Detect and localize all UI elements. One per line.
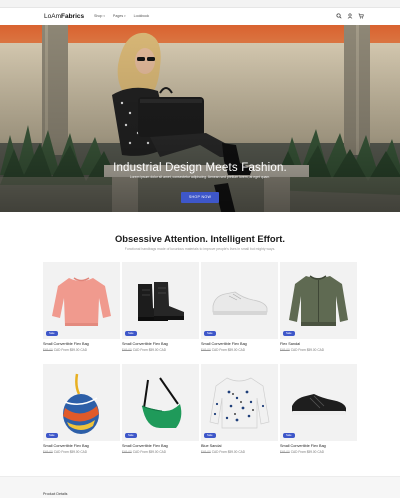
boots-icon [138,282,184,321]
shoulder-bag-icon [141,377,182,428]
runner-shoe-icon [292,394,346,415]
header-icons [336,13,364,19]
nav-label: Shop [94,14,103,18]
chevron-down-icon: ▾ [103,14,105,18]
product-image[interactable]: Sale [201,262,278,339]
announcement-bar: Free shipping available on all orders! [0,0,400,14]
section-title: Obsessive Attention. Intelligent Effort. [115,233,285,244]
sale-badge: Sale [125,433,137,438]
old-price: $49.00 [201,450,211,454]
product-image[interactable]: Sale [122,364,199,441]
product-image[interactable]: Sale [43,262,120,339]
product-price: $49.00CAD From $59.00 CAD [280,450,357,455]
product-title[interactable]: Blue Sandal [201,444,278,449]
sale-badge: Sale [283,433,295,438]
old-price: $49.00 [280,450,290,454]
old-price: $49.00 [122,450,132,454]
current-price: CAD From $59.00 CAD [211,450,246,454]
sweatshirt-icon [209,377,270,429]
nav-item-shop[interactable]: Shop ▾ [94,14,105,19]
old-price: $49.00 [122,348,132,352]
hero-banner: Industrial Design Meets Fashion. Lorem i… [0,25,400,212]
product-image[interactable]: Sale [201,364,278,441]
current-price: CAD From $59.00 CAD [132,450,167,454]
sale-badge: Sale [125,331,137,336]
product-title[interactable]: Small Convertible Flex Bag [43,444,120,449]
bag-icon [63,373,99,434]
nav-item-pages[interactable]: Pages ▾ [113,14,126,19]
user-icon[interactable] [347,13,353,19]
product-details-label: Product Details [43,492,68,496]
product-title[interactable]: Flex Sandal [280,342,357,347]
main-nav: Shop ▾ Pages ▾ Lookbook [94,14,149,19]
sale-badge: Sale [46,331,58,336]
product-price: $49.00CAD From $59.00 CAD [43,450,120,455]
nav-label: Lookbook [133,14,150,18]
hero-heading: Industrial Design Meets Fashion. [113,162,287,174]
sale-badge: Sale [204,331,216,336]
current-price: CAD From $59.00 CAD [53,450,88,454]
product-title[interactable]: Small Convertible Flex Bag [43,342,120,347]
product-image[interactable]: Sale [280,262,357,339]
product-image[interactable]: Sale [280,364,357,441]
product-price: $49.00CAD From $59.00 CAD [122,450,199,455]
shop-now-button[interactable]: SHOP NOW [181,192,219,203]
old-price: $49.00 [43,450,53,454]
product-price: $49.00CAD From $59.00 CAD [43,348,120,353]
current-price: CAD From $59.00 CAD [290,348,325,352]
nav-item-lookbook[interactable]: Lookbook [134,14,150,19]
current-price: CAD From $59.00 CAD [53,348,88,352]
section-subtitle: Functional handbags made of luxurious ma… [124,247,276,251]
search-icon[interactable] [336,13,342,19]
cart-icon[interactable] [358,13,364,19]
product-title[interactable]: Small Convertible Flex Bag [122,444,199,449]
product-price: $49.00CAD From $59.00 CAD [201,450,278,455]
sneaker-icon [212,291,268,315]
sale-badge: Sale [204,433,216,438]
current-price: CAD From $59.00 CAD [290,450,325,454]
nav-label: Pages [112,14,124,18]
sale-badge: Sale [283,331,295,336]
old-price: $49.00 [43,348,53,352]
product-image[interactable]: Sale [122,262,199,339]
product-price: $49.00CAD From $59.00 CAD [122,348,199,353]
product-price: $49.00CAD From $59.00 CAD [201,348,278,353]
sweater-icon [52,277,111,326]
store-logo[interactable]: LoAmFabrics [44,12,84,21]
site-header: LoAmFabrics Shop ▾ Pages ▾ Lookbook [0,8,400,25]
product-title[interactable]: Small Convertible Flex Bag [122,342,199,347]
product-price: $49.00CAD From $59.00 CAD [280,348,357,353]
current-price: CAD From $59.00 CAD [211,348,246,352]
current-price: CAD From $59.00 CAD [132,348,167,352]
product-image[interactable]: Sale [43,364,120,441]
hero-subtext: Lorem ipsum dolor sit amet, consectetur … [129,175,271,179]
chevron-down-icon: ▾ [124,14,126,18]
bomber-jacket-icon [289,275,348,326]
hero-image [0,25,400,212]
old-price: $49.00 [280,348,290,352]
product-title[interactable]: Small Convertible Flex Bag [280,444,357,449]
logo-prefix: LoAm [44,13,61,20]
logo-bold: Fabrics [60,13,85,20]
sale-badge: Sale [46,433,58,438]
product-title[interactable]: Small Convertible Flex Bag [201,342,278,347]
old-price: $49.00 [201,348,211,352]
